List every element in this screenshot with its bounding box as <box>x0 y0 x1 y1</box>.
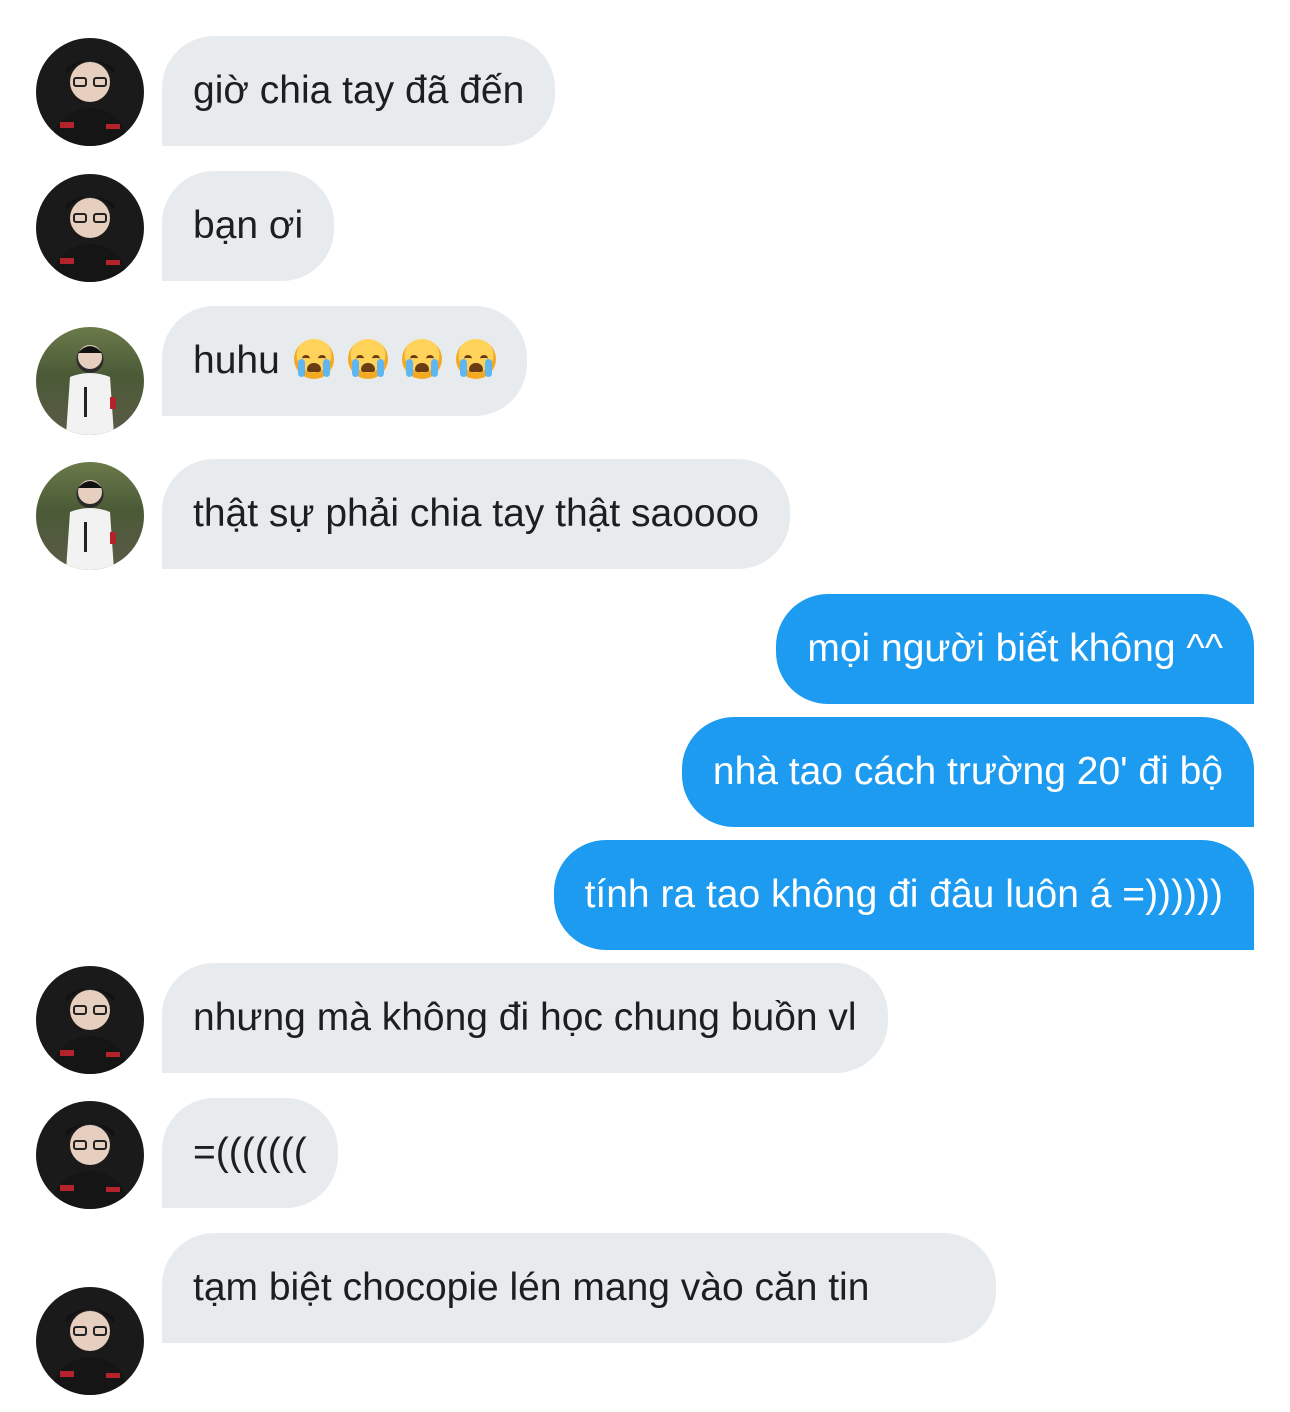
message-bubble-outgoing[interactable]: mọi người biết không ^^ <box>776 594 1254 704</box>
message-bubble-incoming[interactable]: bạn ơi <box>162 171 335 281</box>
message-bubble-incoming[interactable]: tạm biệt chocopie lén mang vào căn tin <box>162 1233 996 1343</box>
sender-avatar[interactable] <box>36 38 144 146</box>
message-bubble-incoming[interactable]: giờ chia tay đã đến <box>162 36 556 146</box>
message-text: huhu <box>193 339 280 382</box>
message-text: mọi người biết không ^^ <box>807 627 1223 670</box>
message-text: thật sự phải chia tay thật saoooo <box>193 492 759 535</box>
message-text: nhà tao cách trường 20' đi bộ <box>712 750 1223 793</box>
loudly-crying-face-emoji <box>347 339 388 379</box>
message-bubble-incoming[interactable]: =((((((( <box>162 1098 338 1208</box>
message-bubble-outgoing[interactable]: nhà tao cách trường 20' đi bộ <box>681 717 1254 827</box>
sender-avatar[interactable] <box>36 966 144 1074</box>
message-bubble-incoming[interactable]: huhu <box>162 306 527 416</box>
message-bubble-outgoing[interactable]: tính ra tao không đi đâu luôn á =)))))) <box>553 840 1254 950</box>
sender-avatar[interactable] <box>36 462 144 570</box>
message-bubble-incoming[interactable]: nhưng mà không đi học chung buồn vl <box>162 963 888 1073</box>
sender-avatar[interactable] <box>36 174 144 282</box>
message-text: tạm biệt chocopie lén mang vào căn tin <box>193 1266 870 1309</box>
loudly-crying-face-emoji <box>455 339 496 379</box>
sender-avatar[interactable] <box>36 327 144 435</box>
loudly-crying-face-emoji <box>293 339 334 379</box>
sender-avatar[interactable] <box>36 1287 144 1395</box>
message-bubble-incoming[interactable]: thật sự phải chia tay thật saoooo <box>162 459 790 569</box>
message-text: tính ra tao không đi đâu luôn á =)))))) <box>584 873 1223 916</box>
loudly-crying-face-emoji <box>401 339 442 379</box>
message-text: bạn ơi <box>193 204 304 247</box>
message-text: nhưng mà không đi học chung buồn vl <box>193 996 857 1039</box>
sender-avatar[interactable] <box>36 1101 144 1209</box>
message-text: giờ chia tay đã đến <box>193 69 525 112</box>
message-text: =((((((( <box>193 1131 307 1174</box>
